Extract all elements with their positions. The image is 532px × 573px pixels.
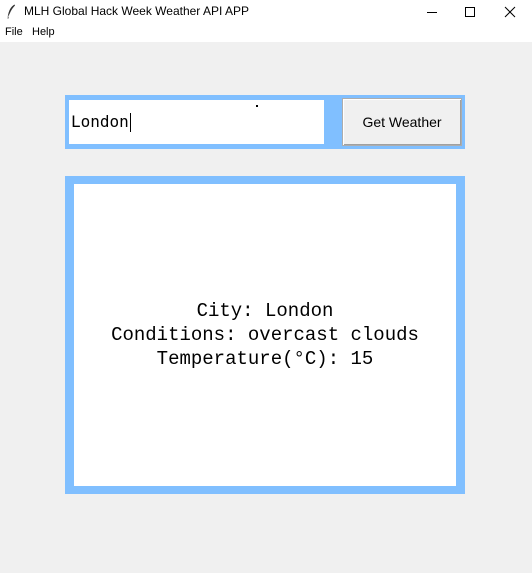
city-input-value: London xyxy=(71,112,129,131)
city-input[interactable]: London xyxy=(69,100,324,144)
minimize-icon xyxy=(427,12,437,13)
minimize-button[interactable] xyxy=(412,0,452,24)
title-bar[interactable]: MLH Global Hack Week Weather API APP xyxy=(0,0,532,24)
maximize-icon xyxy=(465,7,475,17)
app-window: MLH Global Hack Week Weather API APP Fil… xyxy=(0,0,532,573)
feather-icon xyxy=(6,4,16,19)
text-caret xyxy=(129,113,131,132)
result-temperature: Temperature(°C): 15 xyxy=(156,348,374,370)
result-conditions: Conditions: overcast clouds xyxy=(111,324,419,346)
get-weather-button[interactable]: Get Weather xyxy=(342,98,462,146)
menu-file[interactable]: File xyxy=(5,26,23,38)
close-button[interactable] xyxy=(490,0,530,24)
maximize-button[interactable] xyxy=(450,0,490,24)
result-panel: City: London Conditions: overcast clouds… xyxy=(74,184,456,486)
result-city: City: London xyxy=(196,300,334,322)
window-title: MLH Global Hack Week Weather API APP xyxy=(24,4,249,18)
close-icon xyxy=(504,6,516,18)
entry-dot xyxy=(256,105,258,107)
menu-help[interactable]: Help xyxy=(32,26,55,38)
menu-bar: File Help xyxy=(0,24,532,42)
